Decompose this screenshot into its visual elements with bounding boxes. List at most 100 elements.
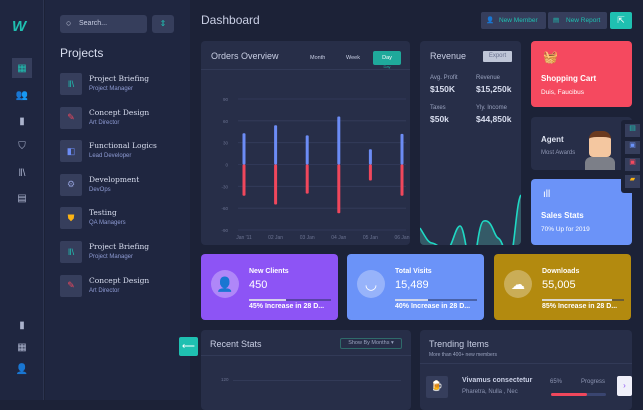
- beer-icon: 🍺: [426, 376, 448, 398]
- grid-icon[interactable]: ▦: [12, 337, 32, 357]
- stat-caption: 40% Increase in 28 D...: [395, 303, 471, 310]
- agent-avatar-body: [585, 157, 615, 170]
- y-tick-label: -90: [221, 228, 228, 233]
- revenue-stat-label: Taxes: [430, 105, 446, 111]
- tab-day[interactable]: Day: [373, 51, 401, 65]
- project-subtitle: QA Managers: [89, 220, 126, 227]
- project-subtitle: Lead Developer: [89, 153, 132, 160]
- x-tick-label: 03 Jan: [300, 235, 315, 241]
- project-title: Project Briefing: [89, 242, 150, 251]
- revenue-stat-value: $150K: [430, 84, 456, 94]
- gear-icon: ⚙: [60, 173, 82, 196]
- recent-stats-card: Recent Stats Show By Months ▾ 120: [201, 330, 411, 410]
- theme-red-icon[interactable]: ▣: [625, 158, 640, 171]
- collapse-sidebar-button[interactable]: ⟵: [179, 337, 198, 356]
- revenue-card: Revenue Export: [420, 41, 521, 245]
- new-report-button[interactable]: ▤ New Report: [548, 12, 607, 29]
- report-icon: ▤: [553, 17, 560, 24]
- books-icon: ‖\: [60, 73, 82, 95]
- stat-progress: [395, 299, 477, 301]
- divider: [201, 355, 411, 356]
- tab-week[interactable]: Week: [346, 55, 360, 61]
- orders-overview-card: Orders Overview Month Week Day Day 90 60 3…: [201, 41, 410, 245]
- x-tick-label: 06 Jan: [394, 235, 409, 241]
- agent-avatar: [589, 131, 611, 157]
- item-percent: 65%: [550, 379, 563, 385]
- chart-icon[interactable]: ▮: [12, 111, 32, 131]
- search-placeholder: Search...: [79, 20, 108, 27]
- bar-positive: [274, 125, 278, 165]
- revenue-stat-value: $50k: [430, 114, 449, 124]
- chart-icon[interactable]: ▮: [12, 315, 32, 335]
- orders-chart: 90 60 30 0 -30 -60 -90 Jan '11 02 Jan 03 Jan 04 Ja…: [221, 97, 409, 241]
- project-item[interactable]: ✎ Concept Design Art Director: [60, 274, 185, 299]
- books-icon[interactable]: ‖\: [12, 163, 32, 183]
- sales-subtitle: 70% Up for 2019: [541, 226, 590, 233]
- show-by-months-dropdown[interactable]: Show By Months ▾: [340, 338, 402, 349]
- divider: [420, 363, 632, 364]
- theme-yellow-icon[interactable]: ▰: [625, 175, 640, 188]
- theme-blue-icon[interactable]: ▣: [625, 141, 640, 154]
- bar-positive: [305, 135, 309, 165]
- search-icon: ○: [66, 18, 72, 28]
- project-subtitle: DevOps: [89, 186, 111, 193]
- project-item[interactable]: ‖\ Project Briefing Project Manager: [60, 73, 185, 97]
- agent-subtitle: Most Awards: [541, 150, 576, 156]
- revenue-stat-label: Revenue: [476, 75, 501, 81]
- shopping-cart-card[interactable]: 🧺 Shopping Cart Duis, Faucibus: [531, 41, 632, 107]
- trending-title: Trending Items: [429, 339, 489, 349]
- stat-progress: [542, 299, 624, 301]
- item-subtitle: Pharetra, Nulla , Nec: [462, 389, 518, 395]
- user-icon[interactable]: 👤: [12, 359, 32, 379]
- bar-negative: [368, 164, 372, 181]
- trending-items-card: Trending Items More than 400+ new member…: [420, 330, 632, 410]
- stat-caption: 45% Increase in 28 D...: [249, 303, 325, 310]
- sales-stats-card[interactable]: ıll Sales Stats 70% Up for 2019: [531, 179, 632, 245]
- stat-card[interactable]: ☁ Downloads 55,005 85% Increase in 28 D...: [494, 254, 631, 320]
- project-title: Concept Design: [89, 275, 150, 285]
- layers-icon: ◧: [60, 140, 82, 163]
- expand-button[interactable]: ⇱: [610, 12, 632, 29]
- dashboard-icon[interactable]: ▦: [12, 58, 32, 78]
- y-tick: 120: [221, 377, 229, 382]
- bar-negative: [337, 164, 341, 214]
- x-tick-label: 05 Jan: [363, 235, 378, 241]
- pencil-icon: ✎: [60, 274, 82, 297]
- revenue-stat-label: Avg. Profit: [430, 75, 458, 81]
- bar-negative: [274, 164, 278, 205]
- project-item[interactable]: ✎ Concept Design Art Director: [60, 106, 185, 131]
- shield-icon: ⛊: [60, 207, 82, 230]
- icon-rail: W ▦ 👥 ▮ ⛉ ‖\ ▤ ▮ ▦ 👤: [0, 0, 44, 400]
- brand-logo[interactable]: W: [12, 18, 26, 35]
- y-tick-label: 30: [223, 141, 229, 146]
- bar-positive: [400, 133, 404, 165]
- stat-title: New Clients: [249, 268, 289, 275]
- project-item[interactable]: ⛊ Testing QA Managers: [60, 207, 185, 231]
- bar-positive: [242, 133, 246, 165]
- new-member-button[interactable]: 👤 New Member: [481, 12, 546, 29]
- project-item[interactable]: ⚙ Development DevOps: [60, 173, 185, 198]
- stat-progress: [249, 299, 331, 301]
- item-title[interactable]: Vivamus consectetur: [462, 377, 532, 384]
- user-add-icon: 👤: [486, 17, 495, 24]
- project-item[interactable]: ◧ Functional Logics Lead Developer: [60, 140, 185, 164]
- theme-teal-icon[interactable]: ▤: [625, 124, 640, 137]
- new-report-label: New Report: [566, 17, 601, 24]
- tab-month[interactable]: Month: [310, 55, 325, 61]
- stat-card[interactable]: ◡ Total Visits 15,489 40% Increase in 28 D.…: [347, 254, 484, 320]
- search-input[interactable]: ○ Search...: [60, 15, 147, 33]
- cloud-download-icon: ☁: [504, 270, 532, 298]
- project-item[interactable]: ‖\ Project Briefing Project Manager: [60, 241, 185, 265]
- basket-icon: 🧺: [543, 50, 558, 64]
- next-button[interactable]: ›: [617, 376, 632, 396]
- document-icon[interactable]: ▤: [12, 188, 32, 208]
- users-icon[interactable]: 👥: [12, 85, 32, 105]
- stat-card[interactable]: 👤 New Clients 450 45% Increase in 28 D...: [201, 254, 338, 320]
- sort-button[interactable]: ⇕: [152, 15, 174, 33]
- stat-caption: 85% Increase in 28 D...: [542, 303, 618, 310]
- project-title: Development: [89, 174, 140, 184]
- bar-positive: [337, 116, 341, 165]
- export-button[interactable]: Export: [483, 51, 512, 62]
- x-tick-label: 02 Jan: [268, 235, 283, 241]
- shield-icon[interactable]: ⛉: [12, 136, 32, 156]
